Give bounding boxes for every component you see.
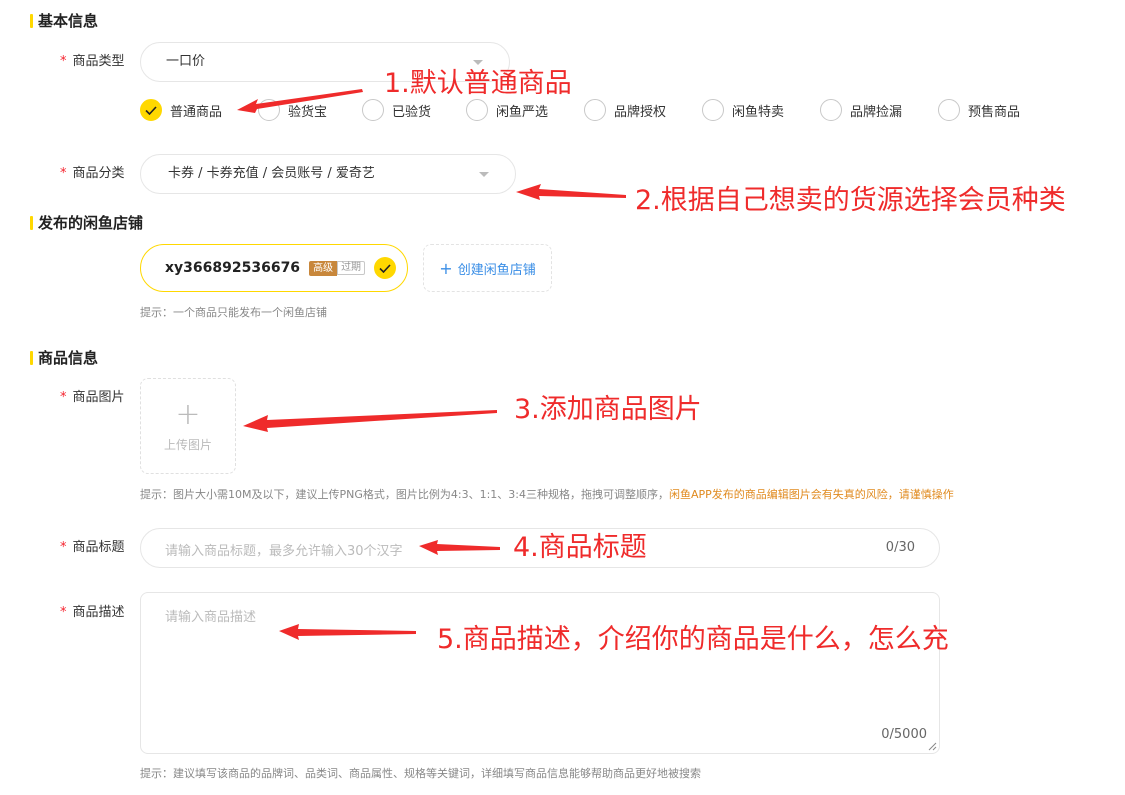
annotation-text-5: 5.商品描述，介绍你的商品是什么，怎么充: [437, 624, 949, 655]
annotation-arrow-2: [516, 184, 626, 200]
annotation-text-1: 1.默认普通商品: [384, 68, 572, 99]
annotation-arrow-5: [279, 624, 416, 640]
annotation-arrow-4: [419, 540, 500, 555]
annotation-text-4: 4.商品标题: [513, 532, 647, 563]
annotation-arrow-1: [237, 89, 363, 113]
annotation-text-3: 3.添加商品图片: [514, 394, 702, 425]
annotation-arrow-3: [243, 410, 497, 432]
annotation-text-2: 2.根据自己想卖的货源选择会员种类: [635, 185, 1066, 216]
